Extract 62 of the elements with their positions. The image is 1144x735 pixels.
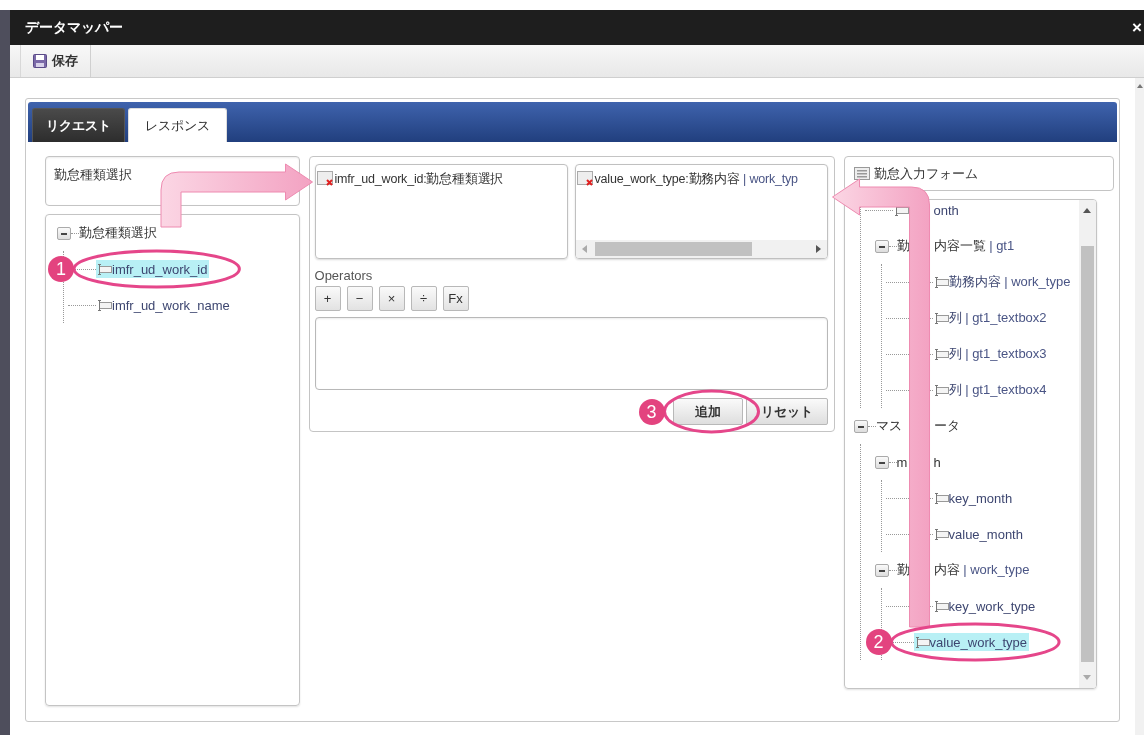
tree-label: 勤務内容 | work_type bbox=[948, 273, 1071, 291]
tree-label: 内容一覧 | gt1 bbox=[933, 237, 1015, 255]
field-icon bbox=[932, 600, 949, 612]
tree-label: h bbox=[933, 454, 941, 470]
field-icon bbox=[932, 276, 949, 288]
save-button[interactable]: 保存 bbox=[20, 45, 91, 77]
horizontal-scrollbar[interactable] bbox=[575, 240, 827, 258]
field-icon bbox=[913, 636, 930, 648]
operator-button[interactable]: − bbox=[346, 286, 373, 311]
tab[interactable]: リクエスト bbox=[32, 108, 125, 142]
field-icon bbox=[932, 492, 949, 504]
field-icon bbox=[932, 528, 949, 540]
tree-label: m bbox=[896, 454, 908, 470]
page-scrollbar[interactable] bbox=[1135, 78, 1144, 735]
tree-label: imfr_ud_work_name bbox=[112, 297, 230, 313]
tree-label: key_month bbox=[948, 490, 1013, 506]
operators-label: Operators bbox=[314, 268, 374, 283]
tree-label: 勤 bbox=[896, 237, 910, 255]
broken-image-icon bbox=[576, 171, 595, 187]
window-title: データマッパー bbox=[25, 18, 123, 37]
expression-field[interactable] bbox=[314, 317, 828, 390]
tree-label: 勤 bbox=[896, 561, 910, 579]
collapse-toggle[interactable] bbox=[874, 563, 889, 577]
tree-label: ータ bbox=[933, 417, 960, 435]
drop-slot[interactable]: value_work_type:勤務内容 | work_typ bbox=[574, 164, 828, 259]
form-icon bbox=[853, 167, 870, 180]
collapse-toggle[interactable] bbox=[57, 226, 71, 240]
vertical-scrollbar[interactable] bbox=[1078, 200, 1096, 688]
reset-button[interactable]: リセット bbox=[745, 398, 828, 425]
field-icon bbox=[932, 384, 949, 396]
broken-image-icon bbox=[316, 171, 335, 187]
tree-label: value_work_type bbox=[929, 634, 1028, 650]
tree-label: 列 | gt1_textbox2 bbox=[948, 309, 1047, 327]
collapse-toggle[interactable] bbox=[853, 419, 868, 433]
tree-item[interactable]: imfr_ud_work_id bbox=[96, 260, 210, 278]
tree-label: 列 | gt1_textbox4 bbox=[948, 381, 1047, 399]
field-icon bbox=[932, 312, 949, 324]
operator-button[interactable]: × bbox=[378, 286, 405, 311]
tree-label: マス bbox=[875, 417, 902, 435]
close-button[interactable]: × bbox=[1130, 17, 1144, 38]
tree-label: value_month bbox=[948, 526, 1023, 542]
tree-item[interactable]: value_work_type bbox=[913, 633, 1030, 651]
tree-label: 内容 | work_type bbox=[933, 561, 1030, 579]
tree-label: imfr_ud_work_id bbox=[112, 261, 208, 277]
tree-label: 勤怠種類選択 bbox=[79, 224, 157, 242]
collapse-toggle[interactable] bbox=[874, 455, 889, 469]
tree-label: onth bbox=[933, 202, 959, 218]
collapse-toggle[interactable] bbox=[874, 239, 889, 253]
field-icon bbox=[932, 348, 949, 360]
operator-button[interactable]: ÷ bbox=[410, 286, 437, 311]
field-icon bbox=[96, 299, 112, 311]
operator-button[interactable]: Fx bbox=[442, 286, 469, 311]
field-icon bbox=[96, 263, 112, 275]
tree-label: key_work_type bbox=[948, 598, 1036, 614]
form-title: 勤怠入力フォーム bbox=[873, 164, 978, 183]
add-button[interactable]: 追加 bbox=[672, 398, 743, 425]
mapping-item: imfr_ud_work_id:勤怠種類選択 bbox=[334, 171, 504, 188]
tab[interactable]: レスポンス bbox=[128, 108, 227, 142]
drop-slot[interactable]: imfr_ud_work_id:勤怠種類選択 bbox=[314, 164, 568, 259]
tree-label: 列 | gt1_textbox3 bbox=[948, 345, 1047, 363]
mapping-item: value_work_type:勤務内容 | work_typ bbox=[594, 171, 798, 188]
operator-button[interactable]: + bbox=[314, 286, 341, 311]
